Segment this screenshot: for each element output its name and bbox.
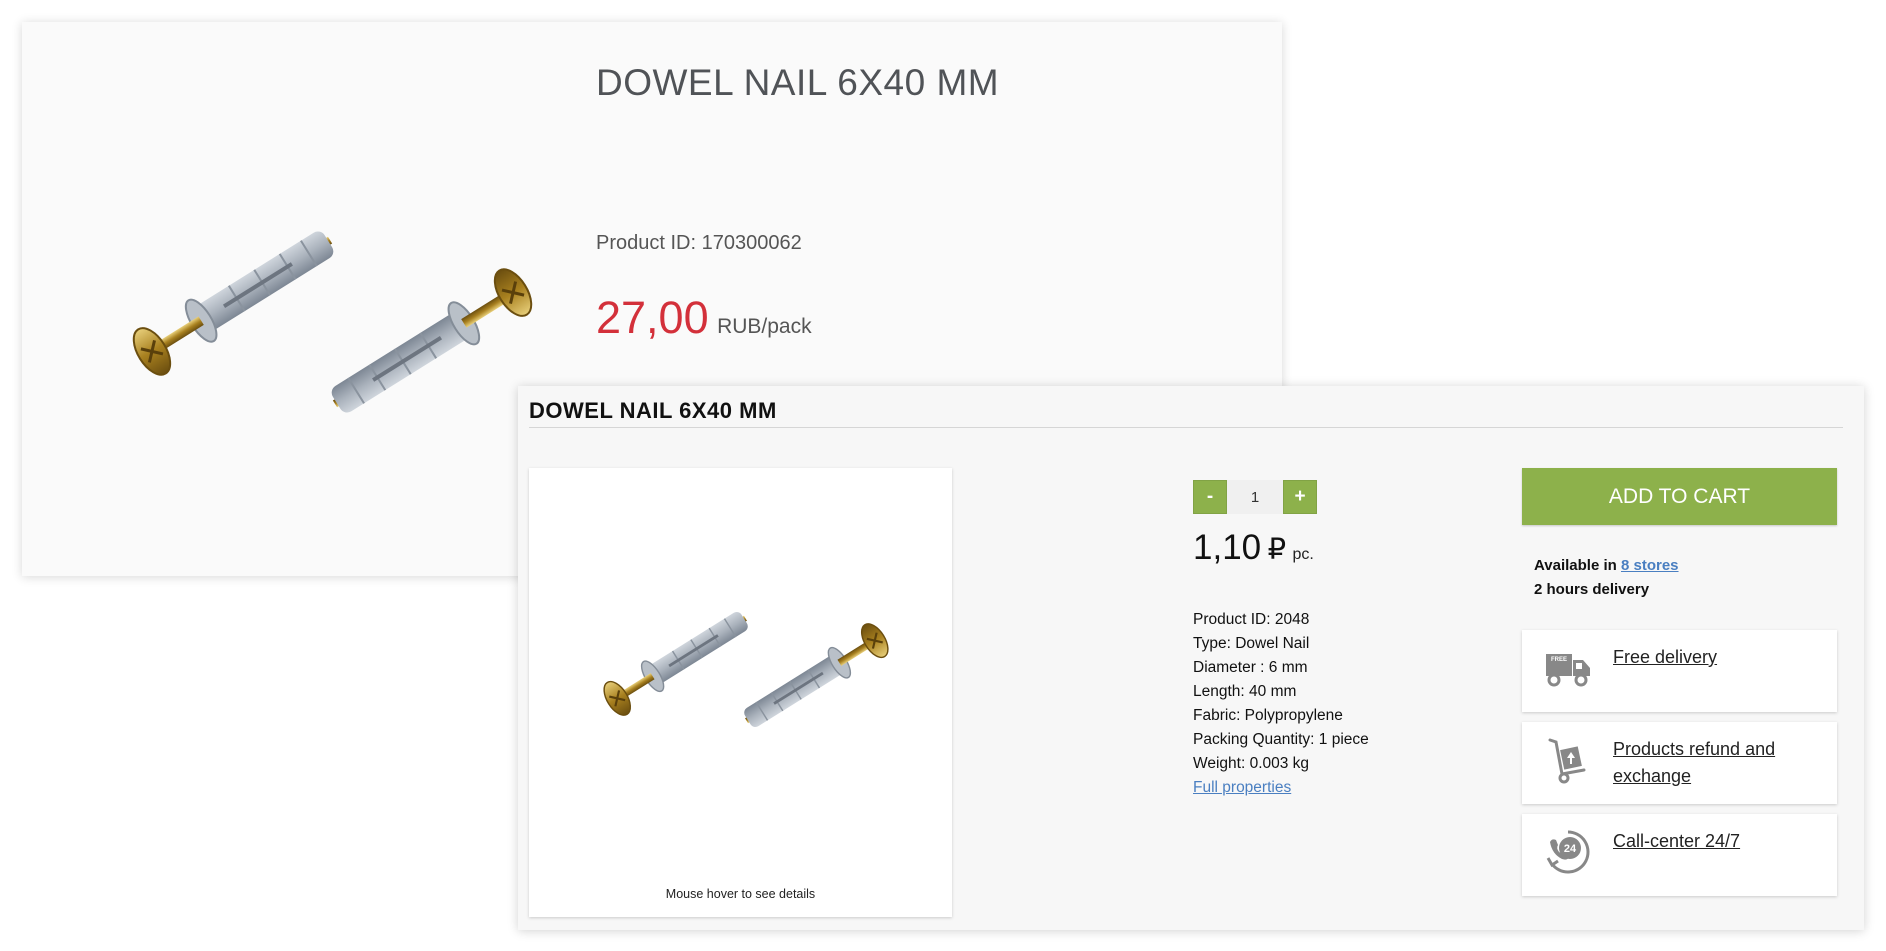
spec-line: Fabric: Polypropylene — [1193, 707, 1343, 724]
spec-line: Type: Dowel Nail — [1193, 635, 1310, 652]
service-refund-exchange[interactable]: Products refund and exchange — [1522, 722, 1837, 804]
phone-24-icon: 24 — [1546, 830, 1590, 874]
price-value: 1,10 — [1193, 528, 1262, 567]
full-properties-link[interactable]: Full properties — [1193, 779, 1291, 796]
product-image[interactable] — [587, 588, 897, 788]
stores-link[interactable]: 8 stores — [1621, 557, 1679, 574]
spec-line: Packing Quantity: 1 piece — [1193, 731, 1369, 748]
quantity-stepper: - + — [1193, 480, 1317, 514]
product-id: Product ID: 170300062 — [596, 232, 802, 254]
currency-symbol: ₽ — [1267, 534, 1287, 566]
price-unit: pc. — [1292, 546, 1314, 563]
delivery-time: 2 hours delivery — [1534, 581, 1650, 598]
quantity-input[interactable] — [1227, 480, 1283, 514]
availability-prefix: Available in — [1534, 557, 1617, 574]
spec-line: Length: 40 mm — [1193, 683, 1297, 700]
price-value: 27,00 — [596, 292, 709, 343]
product-image — [124, 216, 541, 428]
image-hover-hint: Mouse hover to see details — [665, 887, 816, 901]
spec-line: Weight: 0.003 kg — [1193, 755, 1310, 772]
price: 27,00 RUB/pack — [596, 292, 812, 344]
product-card-detailed: DOWEL NAIL 6X40 MM Mouse hover to see de… — [518, 386, 1864, 930]
service-call-center[interactable]: 24 Call-center 24/7 — [1522, 814, 1837, 896]
delivery-truck-icon: FREE — [1546, 654, 1590, 687]
product-title: DOWEL NAIL 6X40 MM — [596, 62, 1000, 103]
product-image-box[interactable]: Mouse hover to see details — [529, 468, 952, 917]
spec-line: Product ID: 2048 — [1193, 611, 1310, 628]
increase-quantity-button[interactable]: + — [1283, 480, 1317, 514]
service-free-delivery[interactable]: FREE Free delivery — [1522, 630, 1837, 712]
decrease-quantity-button[interactable]: - — [1193, 480, 1227, 514]
product-title: DOWEL NAIL 6X40 MM — [529, 398, 777, 423]
add-to-cart-button[interactable]: ADD TO CART — [1522, 468, 1837, 525]
title-divider — [529, 427, 1843, 428]
price: 1,10 ₽ pc. — [1193, 528, 1314, 568]
service-label[interactable]: Free delivery — [1613, 644, 1823, 671]
service-label[interactable]: Products refund and exchange — [1613, 736, 1823, 790]
hand-truck-box-icon — [1548, 738, 1586, 784]
availability-info: Available in 8 stores 2 hours delivery — [1534, 554, 1679, 602]
spec-line: Diameter : 6 mm — [1193, 659, 1308, 676]
service-label[interactable]: Call-center 24/7 — [1613, 828, 1823, 855]
product-specs: Product ID: 2048 Type: Dowel Nail Diamet… — [1193, 608, 1369, 800]
price-unit: RUB/pack — [717, 315, 812, 338]
svg-text:FREE: FREE — [1551, 657, 1567, 663]
